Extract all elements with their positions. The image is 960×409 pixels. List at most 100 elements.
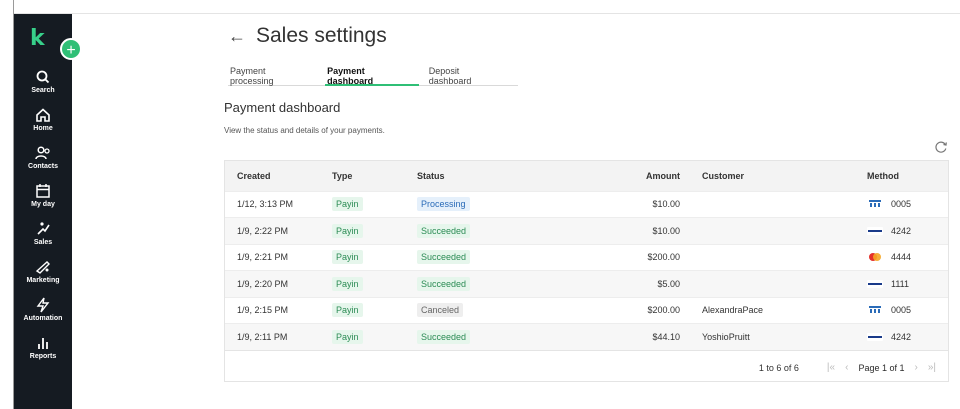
type-badge: Payin (332, 197, 363, 212)
mastercard-icon (869, 253, 881, 262)
payment-method: 0005 (867, 199, 948, 209)
table-row[interactable]: 1/9, 2:11 PM Payin Succeeded $44.10 YoshioPr… (225, 323, 948, 351)
method-last4: 4242 (891, 225, 912, 236)
calendar-icon (36, 183, 50, 198)
visa-icon (867, 279, 883, 288)
table-row[interactable]: 1/9, 2:20 PM Payin Succeeded $5.00 1111 (225, 270, 948, 298)
method-last4: 0005 (891, 199, 912, 210)
column-header-created[interactable]: Created (225, 161, 320, 191)
cell-method: 1111 (855, 271, 948, 298)
table-row[interactable]: 1/12, 3:13 PM Payin Processing $10.00 0005 (225, 191, 948, 218)
payment-method: 4242 (867, 226, 948, 236)
search-icon (36, 70, 50, 83)
cell-method: 4444 (855, 244, 948, 271)
status-badge: Processing (417, 197, 470, 212)
sidebar-item-label: Home (33, 124, 53, 132)
section-title: Payment dashboard (224, 100, 341, 115)
sidebar-item-label: Sales (33, 238, 53, 246)
payments-table: Created Type Status Amount Customer Meth… (224, 160, 949, 382)
cell-created: 1/9, 2:15 PM (237, 305, 289, 316)
cell-customer (690, 271, 855, 298)
cell-created: 1/9, 2:11 PM (237, 332, 288, 342)
payment-method: 1111 (867, 279, 948, 289)
sidebar-item-marketing[interactable]: Marketing (14, 252, 72, 290)
cell-amount: $44.10 (652, 332, 680, 342)
column-header-status[interactable]: Status (405, 161, 535, 191)
status-badge: Succeeded (417, 250, 471, 265)
sidebar-item-reports[interactable]: Reports (14, 328, 72, 366)
cell-type: Payin (320, 218, 405, 245)
back-arrow-icon[interactable]: ← (228, 26, 246, 47)
cell-type: Payin (320, 324, 405, 351)
cell-customer (690, 218, 855, 245)
settings-tabs: Payment processing Payment dashboard Dep… (228, 62, 518, 86)
column-header-customer[interactable]: Customer (690, 161, 855, 191)
table-header-row: Created Type Status Amount Customer Meth… (225, 161, 948, 191)
sidebar-item-search[interactable]: Search (14, 62, 72, 100)
table-row[interactable]: 1/9, 2:22 PM Payin Succeeded $10.00 4242 (225, 217, 948, 245)
reports-icon (38, 337, 48, 349)
lightning-icon (36, 297, 50, 312)
visa-icon (867, 226, 883, 235)
sidebar-item-label: Automation (23, 314, 63, 322)
last-page-button[interactable]: »| (928, 362, 936, 373)
column-header-amount[interactable]: Amount (535, 161, 690, 191)
method-last4: 1111 (891, 278, 910, 289)
status-badge: Succeeded (417, 330, 471, 344)
column-header-type[interactable]: Type (320, 161, 405, 191)
window-edge (0, 0, 14, 409)
pagination-range: 1 to 6 of 6 (758, 362, 799, 373)
cell-type: Payin (320, 271, 405, 298)
type-badge: Payin (332, 276, 363, 291)
sidebar-item-home[interactable]: Home (14, 100, 72, 138)
method-last4: 4444 (891, 252, 912, 263)
sidebar-item-automation[interactable]: Automation (14, 290, 72, 328)
tab-payment-processing[interactable]: Payment processing (228, 62, 317, 86)
column-header-method[interactable]: Method (855, 161, 948, 191)
method-last4: 4242 (891, 332, 912, 342)
cell-amount: $10.00 (652, 199, 680, 210)
cell-method: 4242 (855, 324, 948, 351)
cell-type: Payin (320, 191, 405, 218)
cell-status: Succeeded (405, 324, 535, 351)
cell-created: 1/9, 2:20 PM (237, 278, 289, 289)
app-window: k + Search Home Contacts My day Sales Ma… (0, 0, 960, 409)
page-header: ← Sales settings (228, 24, 387, 48)
cell-created: 1/12, 3:13 PM (237, 199, 294, 210)
sidebar-nav: Search Home Contacts My day Sales Market… (14, 62, 72, 366)
cell-customer: AlexandraPace (702, 305, 764, 316)
cell-type: Payin (320, 244, 405, 271)
cell-amount: $10.00 (652, 225, 680, 236)
type-badge: Payin (332, 330, 363, 344)
visa-icon (867, 333, 883, 341)
cell-customer (690, 191, 855, 218)
refresh-icon[interactable] (934, 140, 948, 154)
cell-status: Succeeded (405, 218, 535, 245)
table-pagination: 1 to 6 of 6 |« ‹ Page 1 of 1 › »| (225, 350, 948, 384)
tab-payment-dashboard[interactable]: Payment dashboard (325, 62, 419, 86)
bank-icon (869, 200, 881, 208)
cell-status: Processing (405, 191, 535, 218)
keap-logo[interactable]: k (30, 26, 45, 51)
sidebar-item-contacts[interactable]: Contacts (14, 138, 72, 176)
main-content: ← Sales settings Payment processing Paym… (72, 14, 960, 409)
tab-deposit-dashboard[interactable]: Deposit dashboard (427, 62, 510, 86)
status-badge: Canceled (417, 303, 464, 318)
sidebar-item-sales[interactable]: Sales (14, 214, 72, 252)
first-page-button[interactable]: |« (827, 362, 835, 373)
contacts-icon (35, 145, 50, 159)
sidebar-item-label: Search (31, 86, 55, 94)
page-indicator: Page 1 of 1 (858, 362, 905, 373)
status-badge: Succeeded (417, 223, 471, 238)
cell-method: 0005 (855, 297, 948, 324)
home-icon (36, 107, 50, 122)
table-row[interactable]: 1/9, 2:15 PM Payin Canceled $200.00 Alexandr… (225, 297, 948, 324)
bank-icon (869, 306, 881, 314)
cell-amount: $5.00 (657, 278, 680, 289)
prev-page-button[interactable]: ‹ (845, 362, 848, 373)
section-description: View the status and details of your paym… (224, 126, 385, 135)
sidebar-item-my-day[interactable]: My day (14, 176, 72, 214)
sidebar-item-label: Contacts (28, 162, 58, 170)
table-row[interactable]: 1/9, 2:21 PM Payin Succeeded $200.00 4444 (225, 244, 948, 271)
next-page-button[interactable]: › (914, 362, 917, 373)
